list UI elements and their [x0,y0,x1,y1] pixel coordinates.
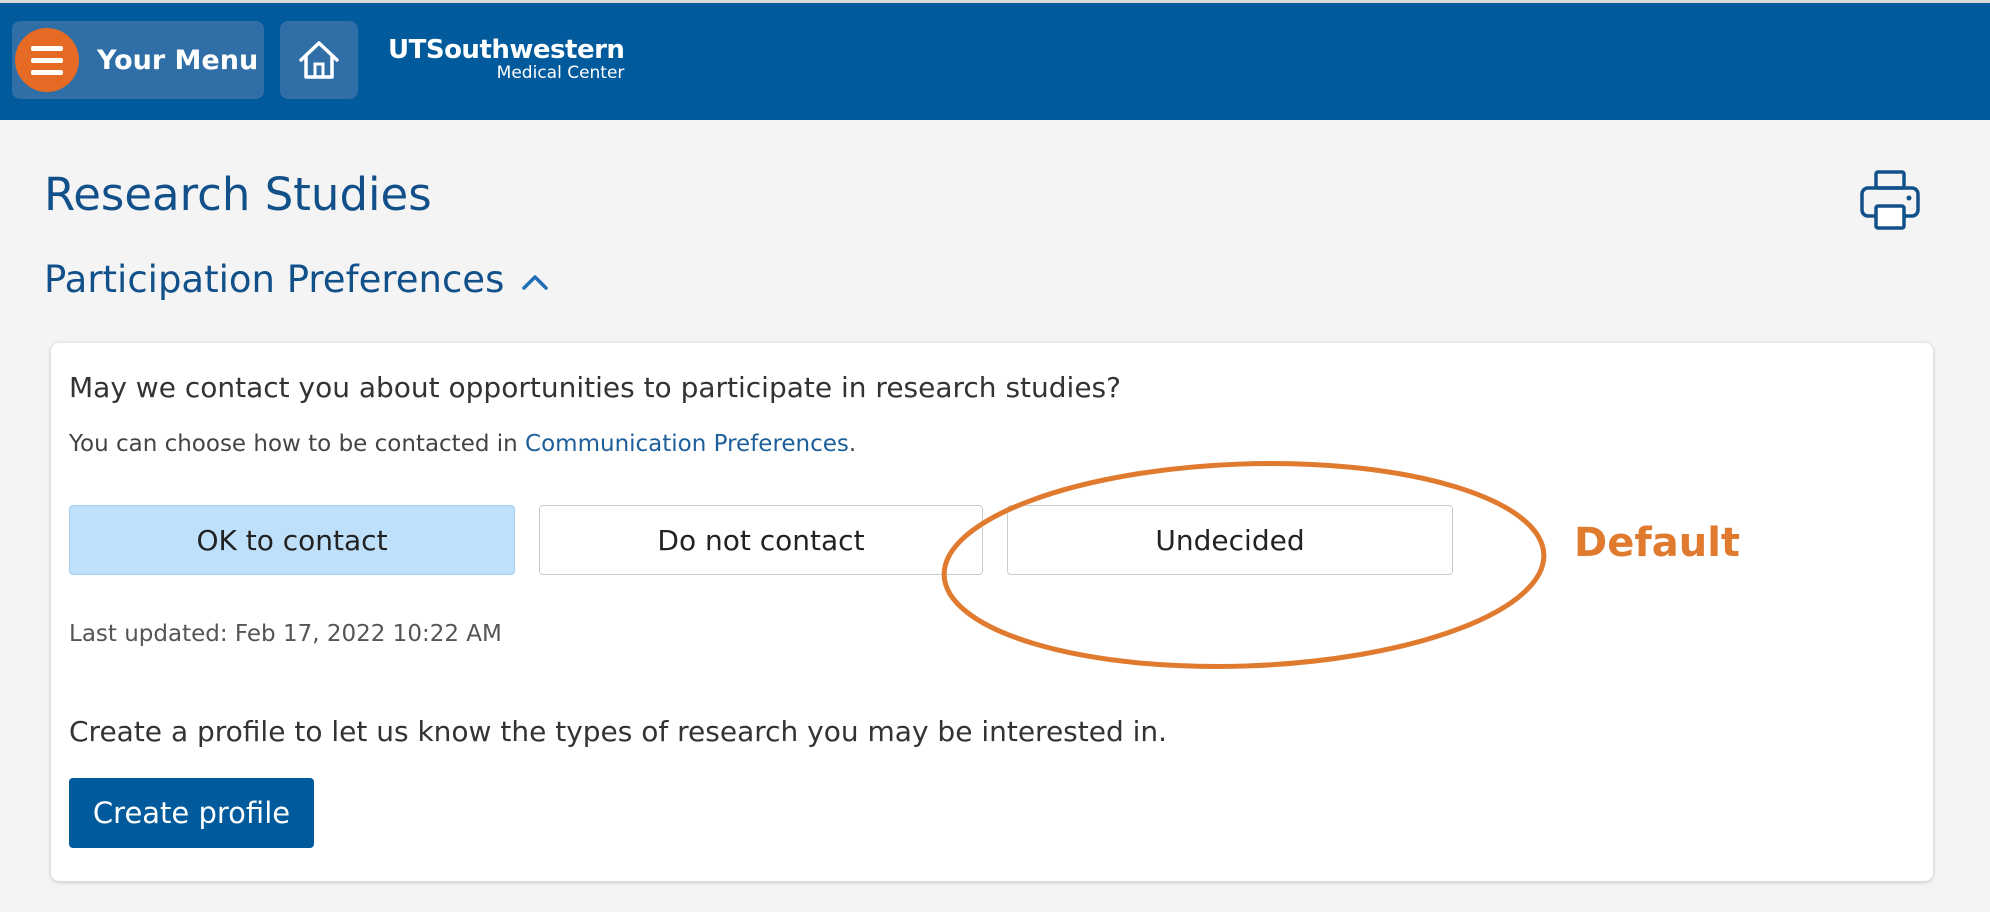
communication-preferences-link[interactable]: Communication Preferences [525,431,849,457]
chevron-up-icon [522,274,549,290]
logo-line1: UTSouthwestern [388,35,625,65]
utsw-logo[interactable]: UTSouthwestern Medical Center [388,35,625,83]
top-header: Your Menu UTSouthwestern Medical Center [0,0,1990,120]
create-profile-button[interactable]: Create profile [69,778,314,848]
hint-text: You can choose how to be contacted in [69,431,526,457]
home-button[interactable] [280,21,358,99]
last-updated: Last updated: Feb 17, 2022 10:22 AM [69,621,502,647]
ok-to-contact-button[interactable]: OK to contact [69,505,515,575]
annotation-default-label: Default [1574,520,1741,566]
section-title: Participation Preferences [44,258,505,301]
hamburger-icon [15,28,79,92]
menu-label: Your Menu [97,44,259,76]
annotation-ellipse [941,461,1547,669]
do-not-contact-button[interactable]: Do not contact [539,505,983,575]
hint-suffix: . [848,431,857,457]
home-icon [299,41,339,79]
your-menu-button[interactable]: Your Menu [12,21,264,99]
participation-preferences-toggle[interactable]: Participation Preferences [44,258,550,301]
profile-prompt: Create a profile to let us know the type… [69,715,1168,748]
logo-line2: Medical Center [496,63,625,83]
contact-question: May we contact you about opportunities t… [69,371,1121,404]
contact-hint: You can choose how to be contacted in Co… [69,431,856,457]
page-title: Research Studies [44,168,432,221]
printer-icon[interactable] [1858,168,1922,232]
